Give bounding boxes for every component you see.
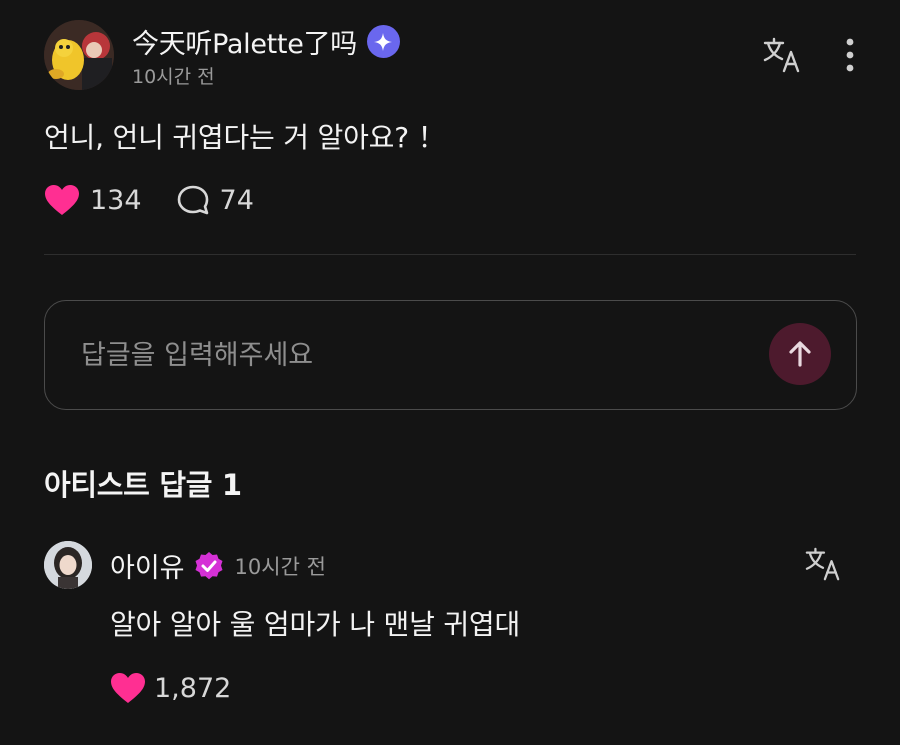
- reply-like-count: 1,872: [154, 672, 232, 704]
- reply-timestamp: 10시간 전: [234, 554, 326, 579]
- artist-avatar[interactable]: [44, 541, 92, 589]
- verified-badge-icon: [193, 550, 225, 582]
- reply-input[interactable]: [81, 331, 741, 379]
- translate-icon[interactable]: [804, 546, 842, 582]
- artist-name-row: 아이유 10시간 전: [110, 546, 326, 585]
- artist-replies-title: 아티스트 답글: [44, 468, 213, 502]
- send-button[interactable]: [769, 323, 831, 385]
- arrow-up-icon: [789, 341, 811, 367]
- author-avatar[interactable]: [44, 20, 114, 90]
- avatar-image: [44, 20, 114, 90]
- divider: [44, 254, 856, 255]
- comment-icon: [177, 185, 208, 215]
- artist-replies-count: 1: [221, 468, 242, 502]
- heart-icon: [111, 673, 145, 703]
- like-count: 134: [90, 184, 142, 216]
- reply-composer: [44, 300, 857, 410]
- author-name[interactable]: 今天听Palette了吗: [132, 22, 357, 61]
- author-name-row: 今天听Palette了吗: [132, 22, 400, 61]
- artist-name[interactable]: 아이유: [110, 546, 185, 585]
- like-button[interactable]: 134: [44, 184, 142, 216]
- artist-avatar-image: [44, 541, 92, 589]
- post-timestamp: 10시간 전: [132, 66, 215, 88]
- heart-icon: [45, 185, 79, 215]
- comment-count: 74: [219, 184, 254, 216]
- sparkle-badge-icon: [366, 25, 400, 58]
- more-options-icon[interactable]: [838, 36, 862, 74]
- reply-body-text: 알아 알아 울 엄마가 나 맨날 귀엽대: [110, 608, 521, 641]
- post-body-text: 언니, 언니 귀엽다는 거 알아요? ！: [44, 121, 446, 154]
- reply-like-button[interactable]: 1,872: [110, 672, 231, 704]
- reaction-row: 134 74: [44, 184, 288, 216]
- comment-button[interactable]: 74: [176, 184, 254, 216]
- translate-icon[interactable]: [762, 36, 802, 74]
- post-detail-screen: 今天听Palette了吗 10시간 전 언니, 언니 귀엽다는 거 알아요? ！…: [0, 0, 900, 745]
- artist-replies-heading: 아티스트 답글 1: [44, 462, 242, 504]
